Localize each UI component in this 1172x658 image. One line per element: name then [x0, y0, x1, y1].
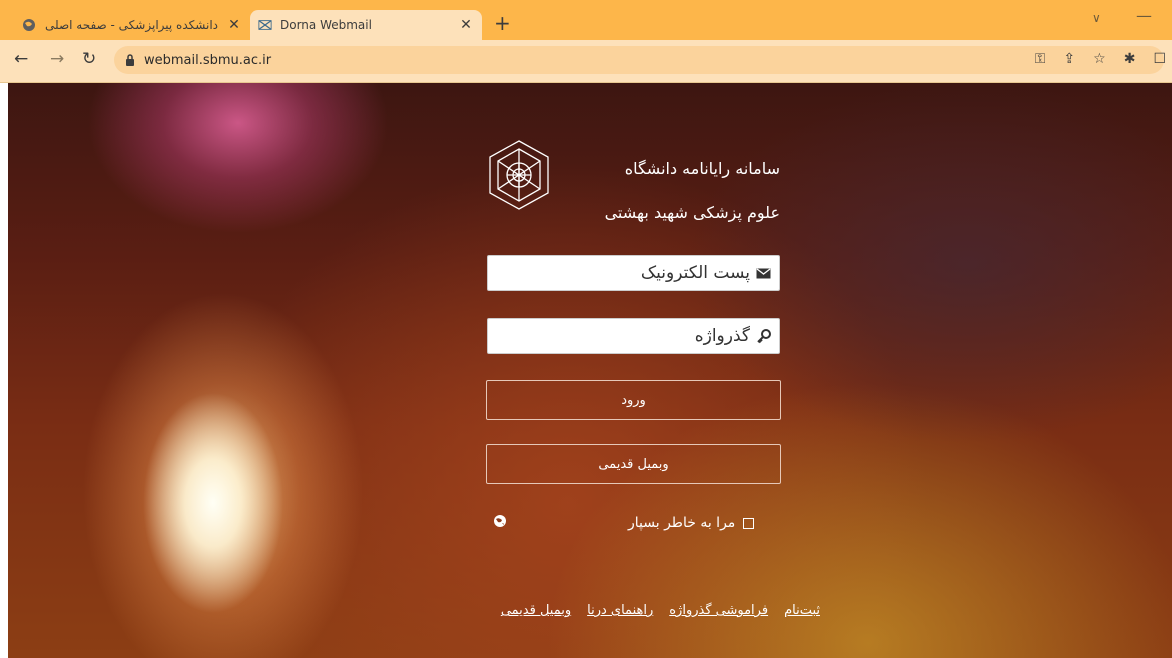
- browser-toolbar: ← → ↻ webmail.sbmu.ac.ir ⚿ ⇪ ☆ ✱ ☐: [0, 40, 1172, 83]
- footer-links: ثبت‌نام فراموشی گذرواژه راهنمای درنا وبم…: [448, 603, 820, 618]
- tab-paramedical[interactable]: دانشکده پیراپزشکی - صفحه اصلی ✕: [14, 10, 250, 40]
- reload-icon[interactable]: ↻: [82, 49, 96, 69]
- key-icon: [756, 328, 771, 344]
- share-icon[interactable]: ⇪: [1063, 52, 1075, 66]
- tab-title: Dorna Webmail: [280, 18, 372, 32]
- login-page: سامانه رایانامه دانشگاه علوم پزشکی شهید …: [8, 83, 1172, 658]
- sidepanel-icon[interactable]: ☐: [1153, 52, 1166, 66]
- old-webmail-button[interactable]: وبمیل قدیمی: [486, 444, 781, 484]
- tab-dorna-webmail[interactable]: Dorna Webmail ✕: [250, 10, 482, 40]
- dorna-favicon-icon: [258, 18, 272, 32]
- login-button[interactable]: ورود: [486, 380, 781, 420]
- remember-me[interactable]: مرا به خاطر بسپار: [628, 515, 781, 531]
- key-password-icon[interactable]: ⚿: [1035, 52, 1046, 66]
- star-bookmark-icon[interactable]: ☆: [1093, 52, 1106, 66]
- back-arrow-icon[interactable]: ←: [14, 49, 28, 69]
- lock-icon[interactable]: [124, 53, 138, 67]
- url-text: webmail.sbmu.ac.ir: [144, 52, 272, 68]
- signup-link[interactable]: ثبت‌نام: [784, 603, 820, 618]
- old-webmail-link[interactable]: وبمیل قدیمی: [501, 603, 571, 618]
- email-field[interactable]: پست الکترونیک: [487, 255, 780, 291]
- toolbar-icons: ⚿ ⇪ ☆ ✱ ☐: [1035, 52, 1166, 66]
- extensions-puzzle-icon[interactable]: ✱: [1124, 52, 1136, 66]
- new-tab-icon[interactable]: +: [494, 13, 511, 33]
- email-placeholder: پست الکترونیک: [640, 263, 750, 283]
- tab-title: دانشکده پیراپزشکی - صفحه اصلی: [44, 18, 218, 32]
- envelope-icon: [756, 267, 771, 279]
- close-tab-icon[interactable]: ✕: [226, 17, 242, 33]
- minimize-icon[interactable]: —: [1136, 6, 1152, 25]
- address-bar[interactable]: webmail.sbmu.ac.ir: [114, 46, 1164, 74]
- site-title-line1: سامانه رایانامه دانشگاه: [624, 159, 780, 178]
- university-logo: [489, 140, 549, 210]
- globe-icon[interactable]: [493, 514, 507, 528]
- dorna-guide-link[interactable]: راهنمای درنا: [587, 603, 653, 618]
- remember-me-label: مرا به خاطر بسپار: [628, 515, 736, 531]
- remember-me-checkbox[interactable]: [743, 517, 755, 529]
- password-field[interactable]: گذرواژه: [487, 318, 780, 354]
- globe-favicon-icon: [22, 18, 36, 32]
- password-placeholder: گذرواژه: [694, 326, 750, 346]
- site-title-line2: علوم پزشکی شهید بهشتی: [604, 203, 780, 222]
- forgot-password-link[interactable]: فراموشی گذرواژه: [669, 603, 768, 618]
- browser-tabstrip: دانشکده پیراپزشکی - صفحه اصلی ✕ Dorna We…: [0, 0, 1172, 40]
- close-tab-icon[interactable]: ✕: [458, 17, 474, 33]
- forward-arrow-icon[interactable]: →: [50, 49, 64, 69]
- site-title: سامانه رایانامه دانشگاه علوم پزشکی شهید …: [568, 147, 780, 235]
- tab-search-chevron-icon[interactable]: ∨: [1092, 11, 1101, 25]
